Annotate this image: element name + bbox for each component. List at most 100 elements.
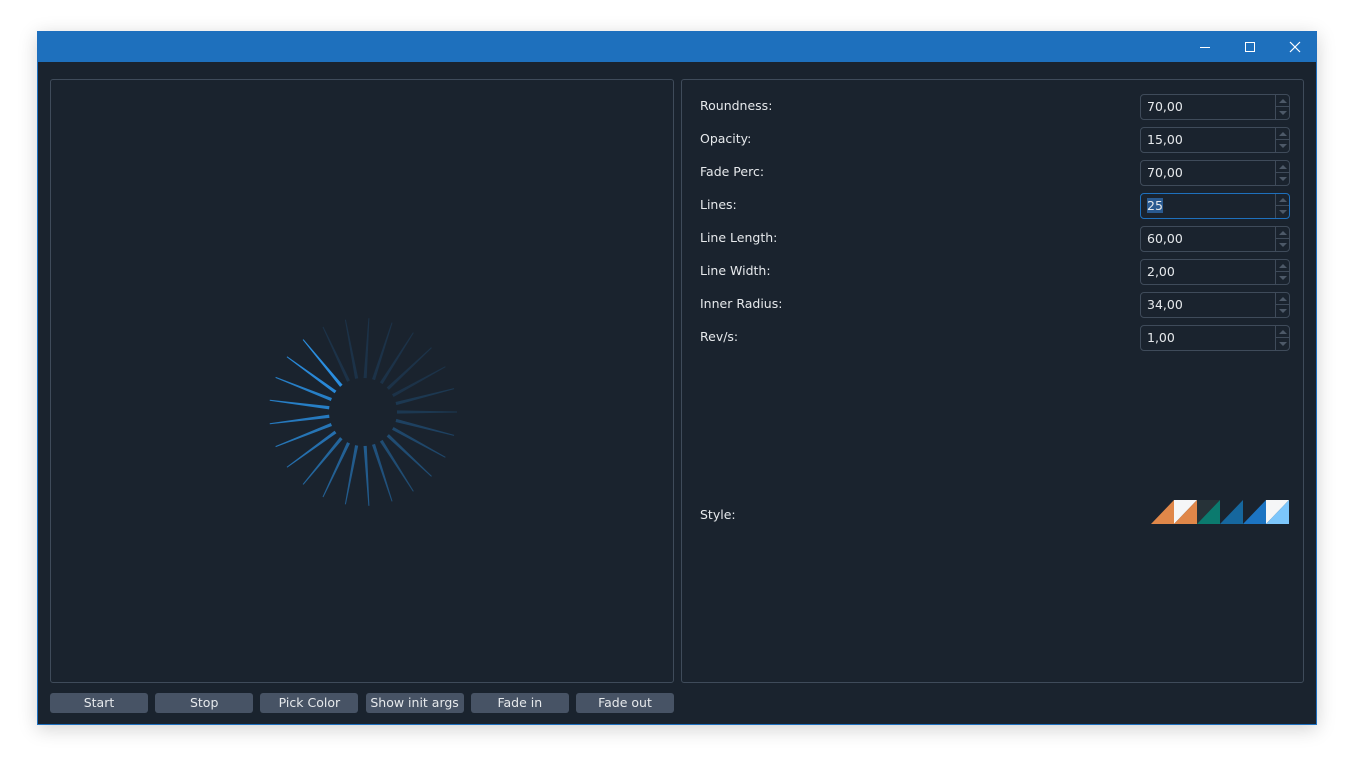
style-swatches (1151, 500, 1289, 524)
pick-color-button[interactable]: Pick Color (260, 693, 359, 713)
spinner-line (363, 318, 370, 379)
chevron-down-icon (1278, 210, 1287, 214)
spinner-line (344, 319, 359, 379)
spinner-line (397, 410, 457, 414)
style-label: Style: (700, 507, 736, 522)
line-width-spinbox[interactable]: 2,00 (1140, 259, 1290, 285)
spin-arrows (1275, 161, 1289, 185)
setting-row: Lines: 25 (700, 193, 1291, 219)
spin-down-button[interactable] (1276, 272, 1289, 284)
lines-spinbox[interactable]: 25 (1140, 193, 1290, 219)
opacity-spinbox[interactable]: 15,00 (1140, 127, 1290, 153)
chevron-up-icon (1278, 164, 1287, 169)
lines-value[interactable]: 25 (1147, 198, 1163, 213)
opacity-label: Opacity: (700, 131, 752, 146)
chevron-up-icon (1278, 197, 1287, 202)
spinner-line (302, 339, 343, 387)
spin-down-button[interactable] (1276, 140, 1289, 152)
line-width-value[interactable]: 2,00 (1147, 264, 1175, 279)
chevron-up-icon (1278, 263, 1287, 268)
style-swatch-dark-blue[interactable] (1220, 500, 1243, 524)
close-icon (1289, 41, 1301, 53)
inner-radius-spinbox[interactable]: 34,00 (1140, 292, 1290, 318)
spin-down-button[interactable] (1276, 239, 1289, 251)
setting-row: Opacity: 15,00 (700, 127, 1291, 153)
inner-radius-label: Inner Radius: (700, 296, 783, 311)
spin-up-button[interactable] (1276, 293, 1289, 305)
spin-arrows (1275, 260, 1289, 284)
spin-down-button[interactable] (1276, 173, 1289, 185)
start-button[interactable]: Start (50, 693, 148, 713)
setting-row: Line Length: 60,00 (700, 226, 1291, 252)
spin-down-button[interactable] (1276, 338, 1289, 350)
spin-down-button[interactable] (1276, 305, 1289, 317)
setting-row: Inner Radius: 34,00 (700, 292, 1291, 318)
chevron-down-icon (1278, 342, 1287, 346)
style-swatch-orange-transparent[interactable] (1151, 500, 1174, 524)
spin-arrows (1275, 194, 1289, 218)
roundness-spinbox[interactable]: 70,00 (1140, 94, 1290, 120)
style-swatch-white-lightblue[interactable] (1266, 500, 1289, 524)
spinner-line (379, 332, 414, 385)
chevron-up-icon (1278, 329, 1287, 334)
spin-arrows (1275, 95, 1289, 119)
waiting-spinner (269, 318, 457, 506)
spinner-line (275, 423, 332, 448)
app-window: Roundness: 70,00 Opacity: 15,00 Fade Perc: 70… (37, 31, 1317, 725)
spin-up-button[interactable] (1276, 161, 1289, 173)
show-init-args-button[interactable]: Show init args (365, 693, 464, 713)
revs-value[interactable]: 1,00 (1147, 330, 1175, 345)
close-button[interactable] (1272, 32, 1318, 62)
spinner-line (386, 434, 432, 477)
spin-up-button[interactable] (1276, 227, 1289, 239)
spin-down-button[interactable] (1276, 107, 1289, 119)
maximize-button[interactable] (1227, 32, 1273, 62)
spinner-line (322, 326, 350, 382)
title-bar[interactable] (38, 32, 1316, 62)
spin-down-button[interactable] (1276, 206, 1289, 218)
spinner-line (302, 437, 343, 485)
style-swatch-dark-teal[interactable] (1197, 500, 1220, 524)
chevron-down-icon (1278, 177, 1287, 181)
spinner-line (269, 414, 330, 425)
spin-up-button[interactable] (1276, 194, 1289, 206)
spin-arrows (1275, 293, 1289, 317)
spinner-line (379, 439, 414, 492)
fade-perc-spinbox[interactable]: 70,00 (1140, 160, 1290, 186)
setting-row: Line Width: 2,00 (700, 259, 1291, 285)
spin-up-button[interactable] (1276, 128, 1289, 140)
inner-radius-value[interactable]: 34,00 (1147, 297, 1183, 312)
spin-arrows (1275, 128, 1289, 152)
setting-row: Rev/s: 1,00 (700, 325, 1291, 351)
chevron-down-icon (1278, 243, 1287, 247)
revs-spinbox[interactable]: 1,00 (1140, 325, 1290, 351)
fade-perc-label: Fade Perc: (700, 164, 765, 179)
fade-in-button[interactable]: Fade in (470, 693, 569, 713)
settings-panel: Roundness: 70,00 Opacity: 15,00 Fade Perc: 70… (681, 79, 1304, 683)
opacity-value[interactable]: 15,00 (1147, 132, 1183, 147)
line-length-label: Line Length: (700, 230, 778, 245)
spinner-line (286, 430, 337, 468)
setting-row: Roundness: 70,00 (700, 94, 1291, 120)
roundness-value[interactable]: 70,00 (1147, 99, 1183, 114)
chevron-up-icon (1278, 131, 1287, 136)
style-swatch-blue[interactable] (1243, 500, 1266, 524)
style-swatch-white-orange[interactable] (1174, 500, 1197, 524)
fade-perc-value[interactable]: 70,00 (1147, 165, 1183, 180)
line-length-spinbox[interactable]: 60,00 (1140, 226, 1290, 252)
minimize-icon (1200, 47, 1210, 48)
spin-up-button[interactable] (1276, 260, 1289, 272)
spin-up-button[interactable] (1276, 326, 1289, 338)
revs-label: Rev/s: (700, 329, 739, 344)
line-width-label: Line Width: (700, 263, 771, 278)
spinner-preview-panel (50, 79, 674, 683)
spin-up-button[interactable] (1276, 95, 1289, 107)
fade-out-button[interactable]: Fade out (576, 693, 674, 713)
chevron-up-icon (1278, 230, 1287, 235)
chevron-up-icon (1278, 98, 1287, 103)
minimize-button[interactable] (1182, 32, 1228, 62)
roundness-label: Roundness: (700, 98, 773, 113)
line-length-value[interactable]: 60,00 (1147, 231, 1183, 246)
stop-button[interactable]: Stop (155, 693, 254, 713)
style-row: Style: (700, 500, 1291, 529)
